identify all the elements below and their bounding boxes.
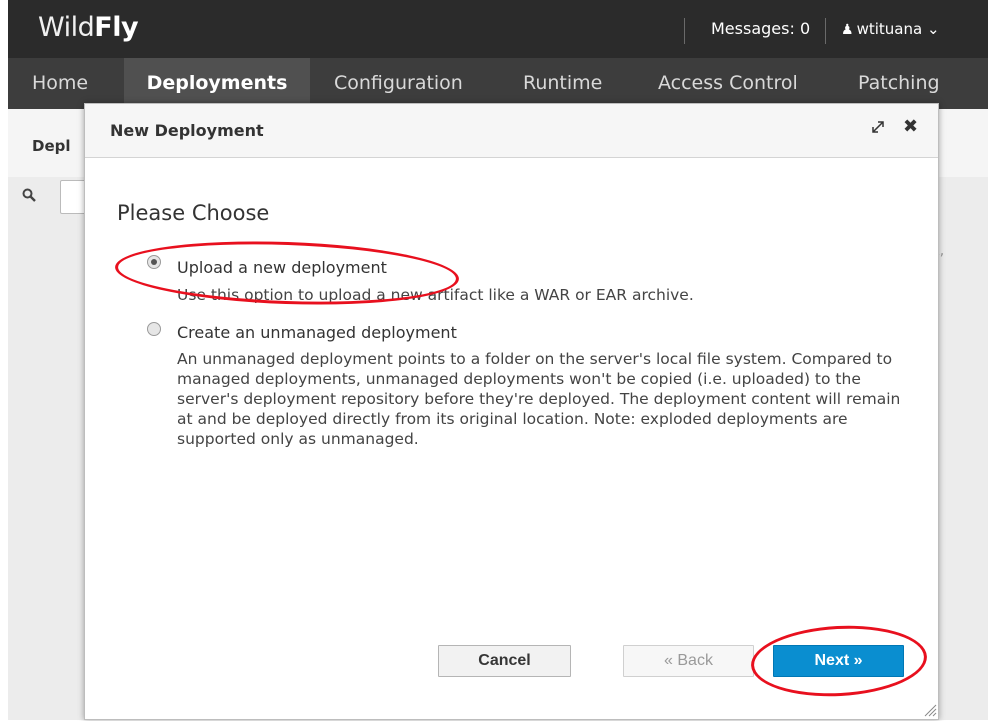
nav-home[interactable]: Home — [28, 58, 112, 109]
option-upload-label[interactable]: Upload a new deployment — [177, 258, 387, 277]
top-header: WildFly Messages: 0 ♟ wtituana ⌄ — [8, 0, 988, 58]
dialog-title: New Deployment — [110, 121, 264, 140]
dialog-heading: Please Choose — [117, 201, 270, 225]
left-panel — [8, 177, 84, 720]
user-icon: ♟ — [841, 22, 854, 38]
main-nav: Home Deployments Configuration Runtime A… — [8, 58, 988, 109]
nav-access-control[interactable]: Access Control — [658, 58, 828, 109]
page-subtitle: Depl — [32, 137, 71, 155]
logo-suffix: Fly — [94, 12, 139, 43]
new-deployment-dialog: New Deployment ✖ Please Choose Upload a … — [84, 103, 939, 720]
page-margin — [0, 0, 8, 720]
radio-unmanaged[interactable] — [147, 322, 161, 336]
header-divider — [825, 18, 826, 44]
maximize-icon[interactable] — [871, 120, 885, 138]
user-menu[interactable]: ♟ wtituana ⌄ — [841, 20, 940, 38]
back-button[interactable]: « Back — [623, 645, 754, 677]
next-button[interactable]: Next » — [773, 645, 904, 677]
user-name: wtituana — [856, 20, 923, 38]
search-icon[interactable] — [22, 188, 36, 206]
dialog-header: New Deployment ✖ — [85, 104, 938, 158]
option-upload-description: Use this option to upload a new artifact… — [177, 286, 694, 304]
logo-prefix: Wild — [38, 12, 95, 43]
wildfly-logo[interactable]: WildFly — [38, 12, 139, 43]
resize-handle[interactable] — [923, 702, 937, 717]
radio-upload[interactable] — [147, 255, 161, 269]
cancel-button[interactable]: Cancel — [438, 645, 571, 677]
option-unmanaged-label[interactable]: Create an unmanaged deployment — [177, 323, 457, 342]
messages-link[interactable]: Messages: 0 — [711, 19, 810, 38]
nav-patching[interactable]: Patching — [858, 58, 958, 109]
option-unmanaged-description: An unmanaged deployment points to a fold… — [177, 350, 901, 448]
header-divider — [684, 18, 685, 44]
nav-deployments[interactable]: Deployments — [124, 58, 310, 109]
chevron-down-icon: ⌄ — [926, 20, 940, 38]
close-icon[interactable]: ✖ — [903, 116, 918, 137]
nav-configuration[interactable]: Configuration — [334, 58, 494, 109]
right-panel — [938, 177, 988, 720]
nav-runtime[interactable]: Runtime — [523, 58, 623, 109]
